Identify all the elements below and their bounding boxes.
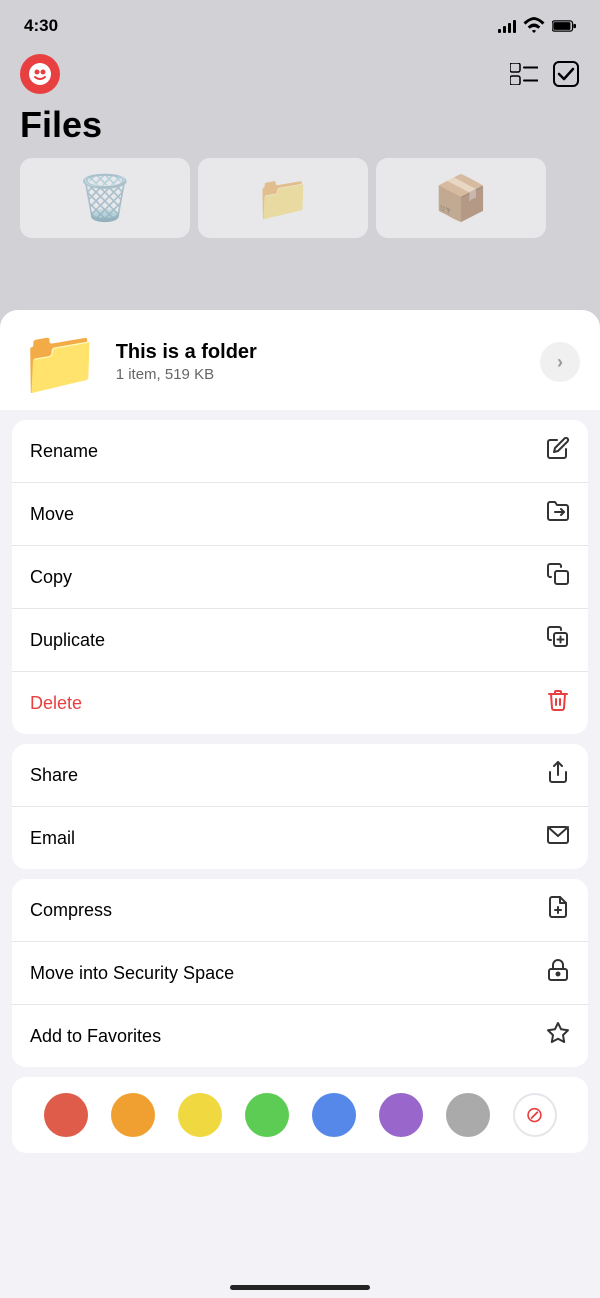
duplicate-label: Duplicate — [30, 630, 105, 651]
security-space-label: Move into Security Space — [30, 963, 234, 984]
copy-label: Copy — [30, 567, 72, 588]
color-dot-blue[interactable] — [312, 1093, 356, 1137]
delete-button[interactable]: Delete — [12, 672, 588, 734]
security-space-button[interactable]: Move into Security Space — [12, 942, 588, 1005]
bottom-sheet: 📁 This is a folder 1 item, 519 KB › Rena… — [0, 310, 600, 1298]
page-title: Files — [0, 98, 600, 158]
move-button[interactable]: Move — [12, 483, 588, 546]
folder-thumb-folder: 📁 — [198, 158, 368, 238]
status-bar: 4:30 — [0, 0, 600, 46]
folder-info-header[interactable]: 📁 This is a folder 1 item, 519 KB › — [0, 310, 600, 410]
compress-label: Compress — [30, 900, 112, 921]
battery-icon — [552, 14, 576, 38]
menu-group-extras: Compress Move into Security Space — [12, 879, 588, 1067]
compress-button[interactable]: Compress — [12, 879, 588, 942]
delete-label: Delete — [30, 693, 82, 714]
add-favorites-button[interactable]: Add to Favorites — [12, 1005, 588, 1067]
app-logo-inner — [29, 63, 51, 85]
app-logo[interactable] — [20, 54, 60, 94]
color-label-row: ⊘ — [12, 1077, 588, 1153]
copy-button[interactable]: Copy — [12, 546, 588, 609]
share-label: Share — [30, 765, 78, 786]
color-dot-yellow[interactable] — [178, 1093, 222, 1137]
menu-group-file-actions: Rename Move Copy — [12, 420, 588, 734]
copy-icon — [546, 562, 570, 592]
security-space-icon — [546, 958, 570, 988]
email-label: Email — [30, 828, 75, 849]
color-dot-none[interactable]: ⊘ — [513, 1093, 557, 1137]
color-dot-orange[interactable] — [111, 1093, 155, 1137]
folder-details: This is a folder 1 item, 519 KB — [116, 341, 524, 383]
compress-icon — [546, 895, 570, 925]
folder-name: This is a folder — [116, 341, 524, 364]
app-header — [0, 46, 600, 98]
duplicate-button[interactable]: Duplicate — [12, 609, 588, 672]
folder-icon-large: 📁 — [20, 330, 100, 394]
folder-thumbnail-row: 🗑️ 📁 📦 — [0, 158, 600, 238]
folder-thumb-archive: 📦 — [376, 158, 546, 238]
color-dot-gray[interactable] — [446, 1093, 490, 1137]
header-actions — [510, 60, 580, 88]
favorites-icon — [546, 1021, 570, 1051]
menu-group-share: Share Email — [12, 744, 588, 869]
folder-chevron-button[interactable]: › — [540, 342, 580, 382]
color-dot-red[interactable] — [44, 1093, 88, 1137]
status-icons — [498, 14, 576, 38]
logo-face-icon — [32, 67, 48, 81]
move-label: Move — [30, 504, 74, 525]
folder-thumb-trash: 🗑️ — [20, 158, 190, 238]
status-time: 4:30 — [24, 16, 58, 36]
list-view-icon[interactable] — [510, 60, 538, 88]
delete-icon — [546, 688, 570, 718]
duplicate-icon — [546, 625, 570, 655]
rename-button[interactable]: Rename — [12, 420, 588, 483]
move-icon — [546, 499, 570, 529]
folder-meta: 1 item, 519 KB — [116, 366, 524, 383]
select-icon[interactable] — [552, 60, 580, 88]
share-icon — [546, 760, 570, 790]
color-dot-purple[interactable] — [379, 1093, 423, 1137]
share-button[interactable]: Share — [12, 744, 588, 807]
email-icon — [546, 823, 570, 853]
color-dot-green[interactable] — [245, 1093, 289, 1137]
signal-icon — [498, 19, 516, 33]
email-button[interactable]: Email — [12, 807, 588, 869]
rename-label: Rename — [30, 441, 98, 462]
wifi-icon — [522, 14, 546, 38]
rename-icon — [546, 436, 570, 466]
add-favorites-label: Add to Favorites — [30, 1026, 161, 1047]
home-indicator — [230, 1285, 370, 1290]
